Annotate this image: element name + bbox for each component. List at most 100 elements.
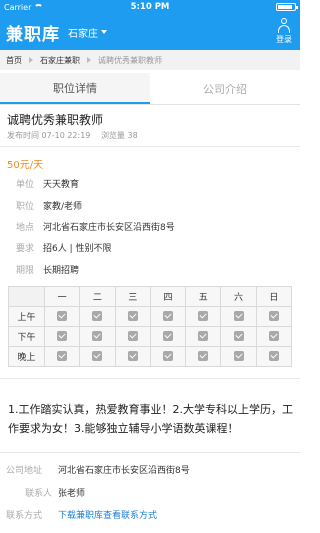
schedule-row-label: 上午 bbox=[8, 306, 45, 327]
carrier-label: Carrier bbox=[4, 2, 32, 12]
job-description: 1.工作踏实认真，热爱教育事业！2.大学专科以上学历，工作要求为女！3.能够独立… bbox=[8, 403, 293, 435]
chevron-down-icon bbox=[101, 30, 107, 34]
publish-time: 发布时间 07-10 22:19 bbox=[7, 131, 91, 140]
schedule-cell bbox=[220, 346, 257, 367]
checkbox-checked-icon bbox=[127, 351, 138, 362]
checkbox-checked-icon bbox=[198, 311, 209, 322]
schedule-cell bbox=[255, 326, 293, 347]
day-header: 四 bbox=[149, 286, 187, 307]
checkbox-checked-icon bbox=[198, 351, 209, 362]
day-header: 六 bbox=[220, 286, 257, 307]
schedule-cell bbox=[149, 346, 187, 367]
day-header: 三 bbox=[114, 286, 151, 307]
checkbox-checked-icon bbox=[268, 331, 279, 342]
schedule-cell bbox=[220, 326, 257, 347]
info-row-position: 职位 家教/老师 bbox=[16, 199, 82, 212]
contact-person-row: 联系人 张老师 bbox=[6, 486, 85, 499]
checkbox-checked-icon bbox=[233, 351, 244, 362]
login-button[interactable]: 登录 bbox=[276, 18, 292, 45]
info-row-requirement: 要求 招6人 | 性别不限 bbox=[16, 241, 111, 254]
schedule-cell bbox=[43, 346, 81, 367]
info-label: 职位 bbox=[16, 202, 35, 212]
schedule-cell bbox=[255, 346, 293, 367]
schedule-cell bbox=[79, 326, 116, 347]
breadcrumb-category[interactable]: 石家庄兼职 bbox=[40, 55, 80, 66]
checkbox-checked-icon bbox=[127, 331, 138, 342]
checkbox-checked-icon bbox=[162, 311, 173, 322]
contact-method-label: 联系方式 bbox=[6, 511, 43, 521]
checkbox-checked-icon bbox=[162, 331, 173, 342]
info-row-company: 单位 天天教育 bbox=[16, 177, 79, 190]
contact-label: 联系人 bbox=[24, 489, 52, 499]
schedule-cell bbox=[79, 346, 116, 367]
schedule-cell bbox=[114, 346, 151, 367]
schedule-cell bbox=[43, 306, 81, 327]
tab-company-intro[interactable]: 公司介绍 bbox=[150, 73, 300, 104]
schedule-corner bbox=[8, 286, 45, 307]
info-label: 期限 bbox=[16, 266, 35, 276]
info-row-duration: 期限 长期招聘 bbox=[16, 263, 79, 276]
job-title: 诚聘优秀兼职教师 bbox=[7, 113, 104, 127]
schedule-header-row: 一 二 三 四 五 六 日 bbox=[8, 286, 293, 307]
schedule-cell bbox=[79, 306, 116, 327]
info-value: 长期招聘 bbox=[43, 266, 80, 276]
schedule-cell bbox=[185, 326, 222, 347]
checkbox-checked-icon bbox=[92, 311, 103, 322]
address-value: 河北省石家庄市长安区沿西街8号 bbox=[58, 466, 190, 476]
wifi-icon bbox=[34, 3, 44, 11]
checkbox-checked-icon bbox=[92, 351, 103, 362]
checkbox-checked-icon bbox=[127, 311, 138, 322]
schedule-cell bbox=[255, 306, 293, 327]
address-label: 公司地址 bbox=[6, 466, 43, 476]
user-icon bbox=[277, 18, 291, 34]
day-header: 一 bbox=[43, 286, 81, 307]
tab-bar: 职位详情 公司介绍 bbox=[0, 73, 300, 105]
schedule-cell bbox=[43, 326, 81, 347]
info-value: 家教/老师 bbox=[43, 202, 83, 212]
day-header: 日 bbox=[255, 286, 293, 307]
divider bbox=[0, 378, 300, 379]
top-navbar: 兼职库 石家庄 登录 bbox=[0, 14, 300, 50]
chevron-right-icon bbox=[29, 57, 33, 63]
schedule-cell bbox=[149, 326, 187, 347]
info-value: 招6人 | 性别不限 bbox=[43, 244, 112, 254]
clock: 5:10 PM bbox=[130, 2, 170, 12]
city-selector[interactable]: 石家庄 bbox=[68, 25, 107, 40]
schedule-cell bbox=[114, 306, 151, 327]
login-label: 登录 bbox=[276, 35, 292, 44]
schedule-cell bbox=[149, 306, 187, 327]
checkbox-checked-icon bbox=[92, 331, 103, 342]
work-schedule-table: 一 二 三 四 五 六 日 上午 下午 晚上 bbox=[8, 286, 293, 367]
checkbox-checked-icon bbox=[162, 351, 173, 362]
breadcrumb: 首页 石家庄兼职 诚聘优秀兼职教师 bbox=[0, 50, 300, 70]
info-label: 单位 bbox=[16, 180, 35, 190]
day-header: 五 bbox=[185, 286, 222, 307]
checkbox-checked-icon bbox=[57, 351, 68, 362]
breadcrumb-home[interactable]: 首页 bbox=[6, 55, 22, 66]
checkbox-checked-icon bbox=[233, 331, 244, 342]
carrier-group: Carrier bbox=[4, 2, 44, 12]
company-address-row: 公司地址 河北省石家庄市长安区沿西街8号 bbox=[6, 463, 190, 476]
checkbox-checked-icon bbox=[268, 351, 279, 362]
download-app-link[interactable]: 下载兼职库查看联系方式 bbox=[58, 508, 157, 521]
schedule-row: 下午 bbox=[8, 326, 293, 347]
checkbox-checked-icon bbox=[198, 331, 209, 342]
schedule-cell bbox=[185, 346, 222, 367]
app-title: 兼职库 bbox=[6, 24, 60, 45]
schedule-cell bbox=[114, 326, 151, 347]
divider bbox=[0, 146, 300, 147]
contact-value: 张老师 bbox=[58, 489, 86, 499]
checkbox-checked-icon bbox=[268, 311, 279, 322]
chevron-right-icon bbox=[87, 57, 91, 63]
info-value: 河北省石家庄市长安区沿西街8号 bbox=[43, 223, 175, 233]
checkbox-checked-icon bbox=[233, 311, 244, 322]
info-row-location: 地点 河北省石家庄市长安区沿西街8号 bbox=[16, 220, 175, 233]
job-meta: 发布时间 07-10 22:19 浏览量 38 bbox=[7, 130, 146, 141]
schedule-row-label: 下午 bbox=[8, 326, 45, 347]
tab-job-details[interactable]: 职位详情 bbox=[0, 73, 150, 104]
status-bar: Carrier 5:10 PM bbox=[0, 0, 300, 14]
divider bbox=[0, 452, 300, 453]
view-count: 浏览量 38 bbox=[100, 131, 138, 140]
schedule-cell bbox=[185, 306, 222, 327]
schedule-row-label: 晚上 bbox=[8, 346, 45, 367]
